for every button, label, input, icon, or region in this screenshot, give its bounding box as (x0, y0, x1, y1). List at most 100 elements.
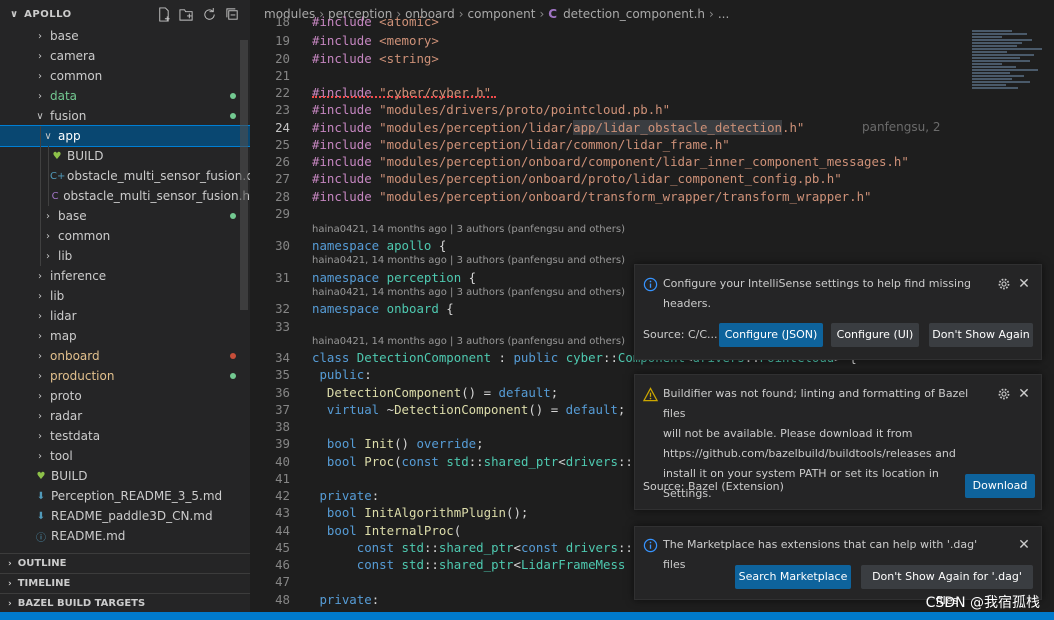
close-icon[interactable]: ✕ (1017, 387, 1031, 401)
chevron-right-icon[interactable]: › (34, 71, 46, 82)
code-line[interactable]: bool InitAlgorithmPlugin(); (312, 505, 528, 520)
gear-icon[interactable] (997, 277, 1011, 291)
code-line[interactable]: bool InternalProc( (312, 523, 461, 538)
tree-folder[interactable]: › onboard (0, 346, 250, 366)
tree-file[interactable]: ♥ BUILD (0, 466, 250, 486)
configure-json-button[interactable]: Configure (JSON) (719, 323, 823, 347)
close-icon[interactable]: ✕ (1017, 538, 1031, 552)
chevron-right-icon[interactable]: › (34, 291, 46, 302)
refresh-icon[interactable] (202, 7, 217, 22)
search-marketplace-button[interactable]: Search Marketplace (735, 565, 851, 589)
codelens[interactable]: haina0421, 14 months ago | 3 authors (pa… (312, 287, 625, 298)
tree-folder[interactable]: › production (0, 366, 250, 386)
code-line[interactable]: namespace apollo { (312, 238, 446, 253)
chevron-down-icon[interactable]: ∨ (10, 9, 18, 20)
code-line[interactable]: namespace onboard { (312, 301, 454, 316)
code-line[interactable]: #include <string> (312, 51, 439, 66)
gear-icon[interactable] (997, 387, 1011, 401)
tree-folder[interactable]: › tool (0, 446, 250, 466)
tree-folder[interactable]: › proto (0, 386, 250, 406)
codelens[interactable]: haina0421, 14 months ago | 3 authors (pa… (312, 255, 625, 266)
tree-folder[interactable]: › base (0, 206, 250, 226)
code-line[interactable]: const std::shared_ptr<LidarFrameMess (312, 557, 626, 572)
chevron-down-icon[interactable]: ∨ (34, 111, 46, 122)
codelens[interactable]: haina0421, 14 months ago | 3 authors (pa… (312, 224, 625, 235)
sidebar-scrollbar[interactable] (240, 40, 248, 310)
code-line[interactable]: private: (312, 592, 379, 607)
tree-file[interactable]: Cobstacle_multi_sensor_fusion.h (0, 186, 250, 206)
codelens[interactable]: haina0421, 14 months ago | 3 authors (pa… (312, 336, 625, 347)
tree-folder[interactable]: › radar (0, 406, 250, 426)
chevron-right-icon[interactable]: › (8, 599, 12, 609)
tree-folder[interactable]: › lidar (0, 306, 250, 326)
code-line[interactable]: DetectionComponent() = default; (312, 385, 558, 400)
chevron-right-icon[interactable]: › (34, 51, 46, 62)
code-line[interactable]: #include "modules/perception/lidar/app/l… (312, 120, 804, 135)
tree-folder[interactable]: › lib (0, 286, 250, 306)
code-line[interactable]: public: (312, 367, 371, 382)
new-file-icon[interactable] (156, 6, 171, 22)
code-line[interactable]: #include "modules/drivers/proto/pointclo… (312, 102, 670, 117)
breadcrumb-item[interactable]: detection_component.h (563, 7, 705, 21)
code-line[interactable]: #include <atomic> (312, 14, 439, 29)
chevron-right-icon[interactable]: › (8, 559, 12, 569)
sidebar-section[interactable]: › BAZEL BUILD TARGETS (0, 593, 250, 612)
tree-folder[interactable]: › common (0, 66, 250, 86)
download-button[interactable]: Download (965, 474, 1035, 498)
chevron-down-icon[interactable]: ∨ (42, 131, 54, 142)
chevron-right-icon[interactable]: › (34, 31, 46, 42)
chevron-right-icon[interactable]: › (34, 311, 46, 322)
breadcrumb-separator: › (539, 7, 545, 21)
code-line[interactable]: #include "modules/perception/onboard/com… (312, 154, 909, 169)
code-line[interactable]: bool Proc(const std::shared_ptr<drivers:… (312, 454, 633, 469)
code-line[interactable]: #include "modules/perception/onboard/pro… (312, 171, 842, 186)
breadcrumb-item[interactable]: ... (718, 7, 729, 21)
tree-folder[interactable]: › inference (0, 266, 250, 286)
chevron-right-icon[interactable]: › (34, 451, 46, 462)
sidebar-section[interactable]: › TIMELINE (0, 573, 250, 593)
chevron-right-icon[interactable]: › (42, 211, 54, 222)
code-line[interactable]: const std::shared_ptr<const drivers:: (312, 540, 633, 555)
chevron-right-icon[interactable]: › (34, 431, 46, 442)
new-folder-icon[interactable] (179, 7, 194, 22)
tree-file[interactable]: ⬇ Perception_README_3_5.md (0, 486, 250, 506)
explorer-header[interactable]: ∨ APOLLO (0, 0, 250, 28)
chevron-right-icon[interactable]: › (42, 231, 54, 242)
dont-show-again-button[interactable]: Don't Show Again (929, 323, 1033, 347)
code-line[interactable]: #include "modules/perception/onboard/tra… (312, 189, 872, 204)
tree-folder[interactable]: › map (0, 326, 250, 346)
sidebar-section[interactable]: › OUTLINE (0, 553, 250, 573)
tree-file[interactable]: C+ obstacle_multi_sensor_fusion.cc (0, 166, 250, 186)
configure-ui-button[interactable]: Configure (UI) (831, 323, 919, 347)
tree-folder[interactable]: ∨ app (0, 125, 250, 147)
code-line[interactable]: bool Init() override; (312, 436, 484, 451)
dont-show-again-dag-button[interactable]: Don't Show Again for '.dag' files (861, 565, 1033, 607)
chevron-right-icon[interactable]: › (34, 371, 46, 382)
chevron-right-icon[interactable]: › (34, 331, 46, 342)
code-line[interactable]: namespace perception { (312, 270, 476, 285)
tree-folder[interactable]: › data (0, 86, 250, 106)
code-line[interactable]: #include <memory> (312, 33, 439, 48)
tree-folder[interactable]: › common (0, 226, 250, 246)
tree-folder[interactable]: ∨ fusion (0, 106, 250, 126)
tree-file[interactable]: ⓘ README.md (0, 526, 250, 546)
tree-folder[interactable]: › camera (0, 46, 250, 66)
code-line[interactable]: virtual ~DetectionComponent() = default; (312, 402, 625, 417)
collapse-all-icon[interactable] (225, 7, 240, 22)
chevron-right-icon[interactable]: › (42, 251, 54, 262)
breadcrumb-item[interactable]: component (468, 7, 536, 21)
tree-file[interactable]: ⬇ README_paddle3D_CN.md (0, 506, 250, 526)
tree-file[interactable]: ♥ BUILD (0, 146, 250, 166)
chevron-right-icon[interactable]: › (34, 271, 46, 282)
chevron-right-icon[interactable]: › (34, 91, 46, 102)
chevron-right-icon[interactable]: › (34, 391, 46, 402)
chevron-right-icon[interactable]: › (8, 579, 12, 589)
tree-folder[interactable]: › base (0, 26, 250, 46)
tree-folder[interactable]: › testdata (0, 426, 250, 446)
close-icon[interactable]: ✕ (1017, 277, 1031, 291)
code-line[interactable]: #include "modules/perception/lidar/commo… (312, 137, 730, 152)
chevron-right-icon[interactable]: › (34, 351, 46, 362)
chevron-right-icon[interactable]: › (34, 411, 46, 422)
code-line[interactable]: private: (312, 488, 379, 503)
tree-folder[interactable]: › lib (0, 246, 250, 266)
